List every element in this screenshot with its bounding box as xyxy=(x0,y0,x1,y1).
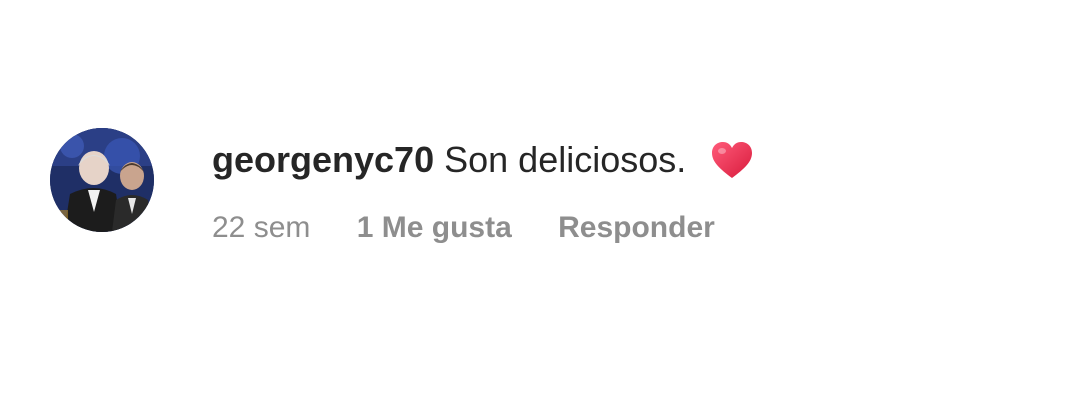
comment-meta: 22 sem 1 Me gusta Responder xyxy=(212,210,1030,246)
avatar-image xyxy=(50,128,154,232)
comment-body: georgenyc70 Son deliciosos. 22 sem 1 Me xyxy=(212,138,1030,246)
comment-text: Son deliciosos. xyxy=(444,139,687,180)
comment-likes[interactable]: 1 Me gusta xyxy=(357,210,512,246)
reply-button[interactable]: Responder xyxy=(558,210,715,246)
heart-icon xyxy=(710,140,754,180)
comment-username[interactable]: georgenyc70 xyxy=(212,139,434,180)
comment-timestamp[interactable]: 22 sem xyxy=(212,210,310,246)
comment-line: georgenyc70 Son deliciosos. xyxy=(212,138,1030,182)
avatar[interactable] xyxy=(50,128,154,232)
comment-item: georgenyc70 Son deliciosos. 22 sem 1 Me xyxy=(50,128,1030,248)
